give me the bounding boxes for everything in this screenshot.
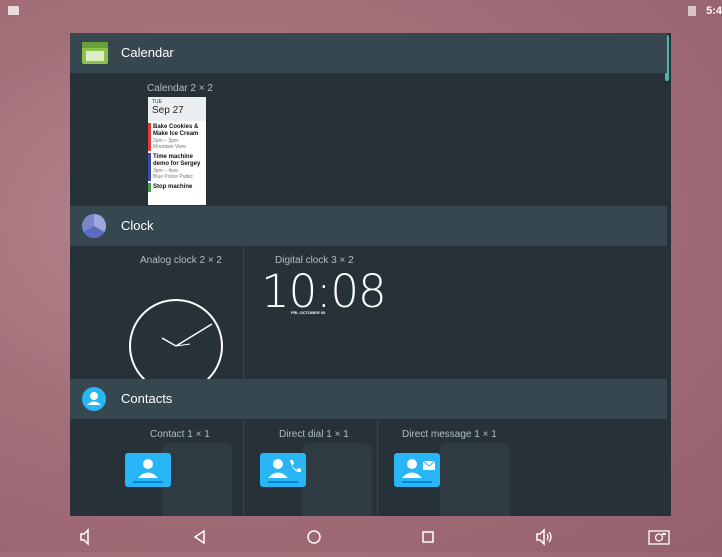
- calendar-widget-label: Calendar 2 × 2: [147, 83, 213, 94]
- calendar-date-header: TUE Sep 27: [148, 97, 206, 121]
- contact-placeholder: [440, 443, 510, 516]
- person-phone-icon[interactable]: [260, 453, 306, 487]
- section-header-contacts: Contacts: [70, 379, 667, 419]
- calendar-event: Bake Cookies & Make Ice Cream 2pm – 3pm …: [148, 123, 206, 151]
- event-title: Time machine demo for Sergey: [153, 154, 201, 167]
- navigation-bar: [0, 522, 722, 552]
- section-header-calendar: Calendar: [70, 33, 667, 73]
- calendar-event: Stop machine: [148, 183, 206, 192]
- person-icon[interactable]: [125, 453, 171, 487]
- gallery-notification-icon: [8, 6, 19, 15]
- person-glyph: [133, 459, 163, 483]
- calendar-icon: [82, 42, 108, 64]
- event-place: Mountain View: [153, 144, 186, 150]
- clock-icon: [82, 214, 106, 238]
- clock-divider: [243, 247, 244, 380]
- event-title: Stop machine: [153, 184, 193, 190]
- section-title-clock: Clock: [121, 218, 154, 233]
- event-place: Blue Police Public: [153, 174, 194, 180]
- home-icon[interactable]: [302, 525, 326, 549]
- calendar-event: Time machine demo for Sergey 3pm – 4pm B…: [148, 153, 206, 181]
- digital-clock-date: FRI, OCTOBER 03: [291, 310, 326, 315]
- calendar-date: Sep 27: [152, 105, 184, 116]
- no-sim-icon: [688, 6, 697, 17]
- contact-placeholder: [302, 443, 372, 516]
- analog-clock-label: Analog clock 2 × 2: [140, 255, 222, 266]
- contacts-icon: [82, 387, 106, 411]
- section-title-calendar: Calendar: [121, 45, 174, 60]
- section-title-contacts: Contacts: [121, 391, 173, 406]
- person-message-glyph: [402, 459, 436, 483]
- contacts-divider: [243, 420, 244, 516]
- section-header-clock: Clock: [70, 206, 667, 246]
- status-bar: 5:4: [0, 0, 722, 22]
- person-phone-glyph: [268, 459, 301, 483]
- contact-placeholder: [162, 443, 232, 516]
- person-message-icon[interactable]: [394, 453, 440, 487]
- contacts-divider: [377, 420, 378, 516]
- status-time: 5:4: [706, 5, 722, 17]
- volume-up-icon[interactable]: [532, 525, 556, 549]
- back-icon[interactable]: [188, 525, 212, 549]
- contact-widget-label: Contact 1 × 1: [150, 429, 210, 440]
- calendar-widget-preview[interactable]: TUE Sep 27 Bake Cookies & Make Ice Cream…: [148, 97, 206, 205]
- widget-picker-panel[interactable]: Calendar Calendar 2 × 2 TUE Sep 27 Bake …: [70, 33, 671, 516]
- event-title: Bake Cookies & Make Ice Cream: [153, 124, 199, 137]
- direct-dial-widget-label: Direct dial 1 × 1: [279, 429, 349, 440]
- recents-icon[interactable]: [416, 525, 440, 549]
- direct-message-widget-label: Direct message 1 × 1: [402, 429, 497, 440]
- status-right: 5:4: [688, 5, 722, 17]
- screenshot-icon[interactable]: [646, 525, 672, 549]
- volume-down-icon[interactable]: [74, 525, 98, 549]
